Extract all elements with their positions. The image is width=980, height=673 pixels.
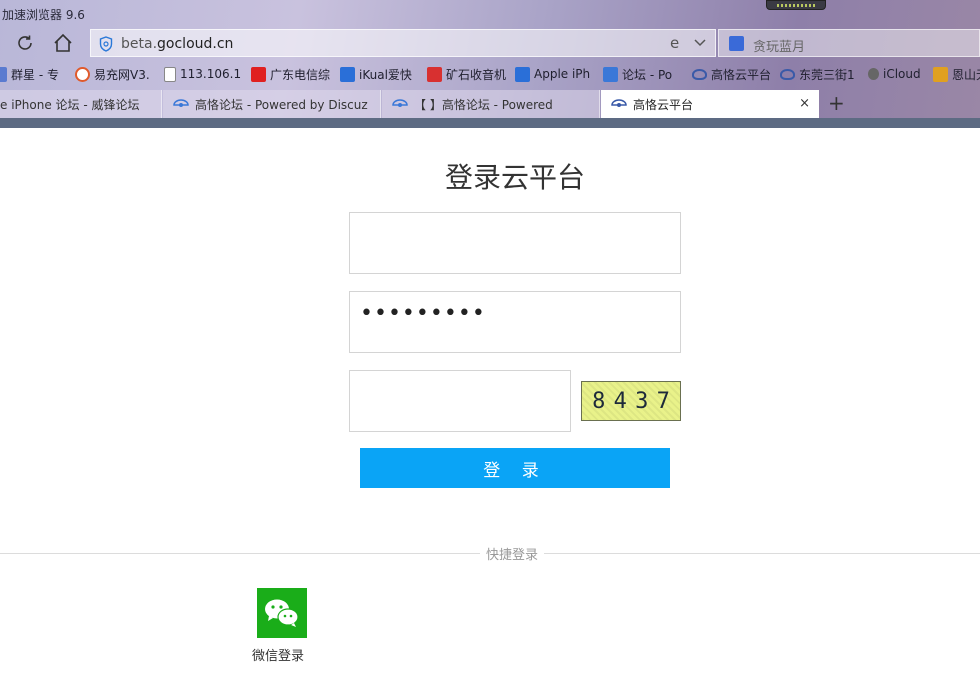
wechat-login-button[interactable] — [257, 588, 307, 638]
search-placeholder: 贪玩蓝月 — [753, 40, 806, 55]
radio-icon — [427, 66, 442, 82]
bookmark-item[interactable]: 113.106.1 — [164, 65, 241, 83]
home-button[interactable] — [50, 30, 76, 56]
reload-icon — [18, 35, 32, 50]
apple-icon — [868, 68, 879, 80]
svg-text:e: e — [670, 35, 679, 51]
eye-cloud-icon — [173, 99, 189, 107]
ik-logo-icon — [340, 66, 355, 82]
home-icon — [54, 33, 72, 52]
bookmark-item[interactable]: Apple iPh — [515, 65, 590, 83]
tab-gocloud-forum[interactable]: 高恪论坛 - Powered by Discuz — [163, 90, 381, 118]
bookmarks-bar: 群星 - 专 易充网V3. 113.106.1 广东电信综 iKual爱快 矿石… — [0, 62, 980, 86]
bookmark-item[interactable]: iKual爱快 — [340, 65, 412, 83]
baidu-paw-icon — [729, 36, 744, 51]
ring-icon — [75, 66, 90, 82]
eye-cloud-icon — [780, 68, 795, 80]
bookmark-item[interactable]: 易充网V3. — [75, 65, 150, 83]
login-button[interactable]: 登 录 — [360, 448, 670, 488]
browser-chrome: 加速浏览器 9.6 beta.gocloud.cn e 贪玩蓝月 群星 - 专 … — [0, 0, 980, 128]
title-bar: 加速浏览器 9.6 — [0, 0, 980, 26]
tab-gocloud-platform[interactable]: 高恪云平台 × — [601, 90, 819, 118]
new-tab-button[interactable]: + — [828, 93, 845, 113]
captcha-char: 8 — [592, 388, 606, 414]
username-field[interactable] — [349, 212, 681, 274]
captcha-char: 4 — [613, 388, 627, 414]
bookmark-item[interactable]: 群星 - 专 — [0, 65, 59, 83]
chevron-down-icon[interactable] — [693, 37, 707, 49]
chrome-separator — [0, 118, 980, 128]
feng-logo-icon — [515, 66, 530, 82]
title-widget[interactable] — [766, 0, 826, 10]
wechat-icon — [265, 599, 299, 627]
search-bar[interactable]: 贪玩蓝月 — [718, 29, 980, 57]
navigation-row: beta.gocloud.cn e 贪玩蓝月 — [0, 28, 980, 58]
eye-cloud-icon — [692, 68, 707, 80]
url-text: beta.gocloud.cn — [121, 36, 234, 52]
quick-login-label: 快捷登录 — [480, 544, 545, 563]
captcha-char: 3 — [635, 388, 649, 414]
eye-cloud-icon — [611, 99, 627, 107]
page-title: 登录云平台 — [444, 161, 585, 194]
close-icon[interactable]: × — [799, 96, 810, 111]
login-page: 登录云平台 ••••••••• 8 4 3 7 登 录 快捷登录 微信登录 — [0, 128, 980, 673]
captcha-field[interactable] — [349, 370, 571, 432]
ie-mode-icon[interactable]: e — [669, 35, 685, 51]
bookmark-item[interactable]: 高恪云平台 — [692, 65, 771, 83]
captcha-char: 7 — [656, 388, 670, 414]
bookmark-item[interactable]: 广东电信综 — [251, 65, 330, 83]
bookmark-item[interactable]: 恩山无 — [933, 65, 980, 83]
bookmark-item[interactable]: 东莞三街1 — [780, 65, 855, 83]
tab-strip: e iPhone 论坛 - 威锋论坛 高恪论坛 - Powered by Dis… — [0, 89, 980, 118]
address-bar[interactable]: beta.gocloud.cn e — [90, 29, 716, 57]
page-icon — [0, 66, 7, 82]
tab-weiphone[interactable]: e iPhone 论坛 - 威锋论坛 — [0, 90, 162, 118]
captcha-image[interactable]: 8 4 3 7 — [581, 381, 681, 421]
password-mask: ••••••••• — [360, 301, 486, 326]
reload-button[interactable] — [12, 30, 38, 56]
tab-gocloud-thread[interactable]: 【 】高恪论坛 - Powered — [382, 90, 600, 118]
enshan-icon — [933, 66, 948, 82]
s-logo-icon — [251, 66, 266, 82]
bookmark-item[interactable]: 矿石收音机 — [427, 65, 506, 83]
bookmark-item[interactable]: 论坛 - Po — [603, 65, 672, 83]
app-title: 加速浏览器 9.6 — [2, 8, 85, 22]
doc-icon — [164, 66, 176, 82]
shield-icon — [99, 36, 113, 52]
wechat-login-label: 微信登录 — [252, 649, 305, 664]
cloud-icon — [603, 66, 618, 82]
eye-cloud-icon — [392, 99, 408, 107]
widget-meter-icon — [777, 4, 817, 7]
bookmark-item[interactable]: iCloud — [868, 65, 921, 83]
